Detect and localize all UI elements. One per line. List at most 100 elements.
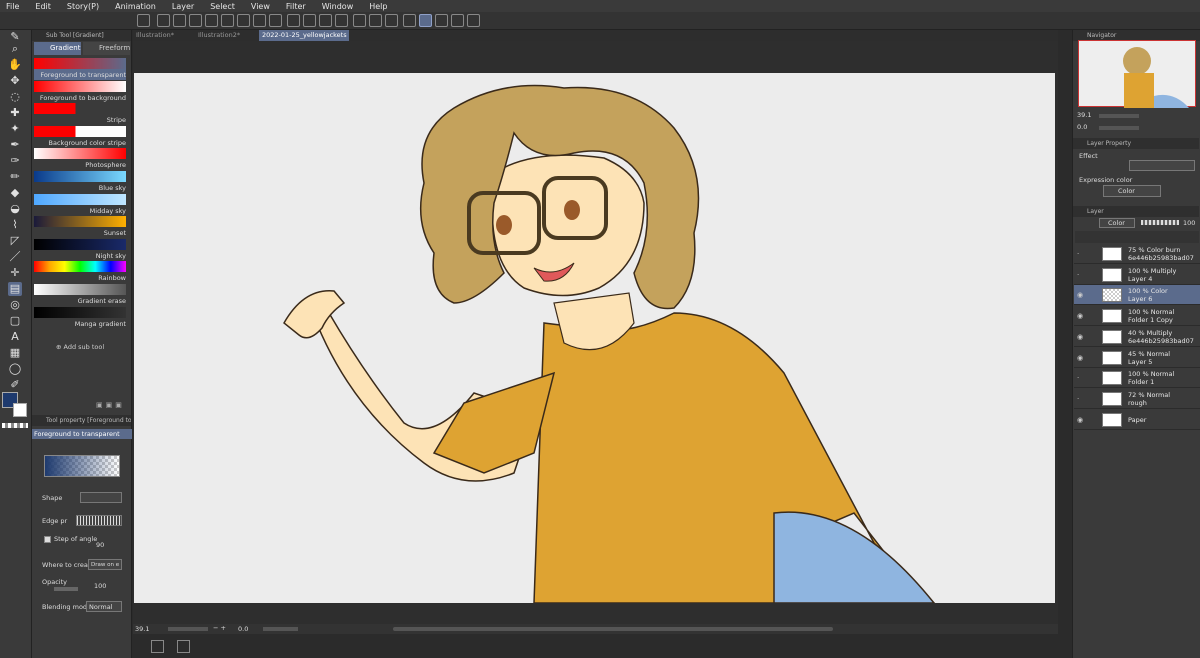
transform-icon[interactable]	[319, 14, 332, 27]
layer-visibility-icon[interactable]: ·	[1077, 250, 1079, 258]
blend-select[interactable]: Normal	[86, 601, 122, 612]
gradient-item[interactable]: Background color stripe	[34, 125, 126, 148]
text-icon[interactable]: A	[8, 330, 22, 344]
move-icon[interactable]: ✥	[8, 74, 22, 88]
undo-icon[interactable]	[253, 14, 266, 27]
cut-icon[interactable]	[237, 14, 250, 27]
deselect-icon[interactable]	[287, 14, 300, 27]
rectangle-icon[interactable]: ▢	[8, 314, 22, 328]
zoom-icon[interactable]: ⌕	[8, 42, 22, 56]
expression-color-select[interactable]: Color	[1103, 185, 1161, 197]
gradient-tool-icon[interactable]: ▤	[8, 282, 22, 296]
layer-row[interactable]: · 72 % Normal rough	[1074, 389, 1200, 409]
step-checkbox[interactable]	[44, 536, 51, 543]
balloon-icon[interactable]: ◯	[8, 362, 22, 376]
gradient-item[interactable]: Night sky	[34, 238, 126, 261]
layer-row[interactable]: ◉ 40 % Multiply 6e446b25983bad07	[1074, 327, 1200, 347]
layer-visibility-icon[interactable]: ·	[1077, 271, 1079, 279]
navigator-angle-slider[interactable]	[1099, 126, 1139, 130]
vertical-scrollbar[interactable]	[1058, 41, 1066, 634]
layer-row[interactable]: · 100 % Multiply Layer 4	[1074, 265, 1200, 285]
blend-icon[interactable]: ◒	[8, 202, 22, 216]
navigator-preview[interactable]	[1078, 40, 1196, 108]
navigator-zoom[interactable]: 39.1	[1077, 111, 1091, 119]
layer-visibility-icon[interactable]: ◉	[1077, 312, 1083, 320]
shape-selector[interactable]	[80, 492, 122, 503]
tab-freeform[interactable]: Freeform	[83, 42, 130, 55]
selection-icon[interactable]: ✚	[8, 106, 22, 120]
figure-icon[interactable]: ◸	[8, 234, 22, 248]
menu-window[interactable]: Window	[322, 2, 354, 11]
layer-visibility-icon[interactable]: ·	[1077, 374, 1079, 382]
line-icon[interactable]: ／	[8, 250, 22, 264]
angle-slider[interactable]	[263, 627, 298, 631]
pen-alt-icon[interactable]	[435, 14, 448, 27]
menu-story[interactable]: Story(P)	[67, 2, 99, 11]
gradient-preview[interactable]	[44, 455, 120, 477]
layer-visibility-icon[interactable]: ·	[1077, 395, 1079, 403]
clip-studio-icon[interactable]	[137, 14, 150, 27]
layer-row[interactable]: ◉ Paper	[1074, 410, 1200, 430]
layer-visibility-icon[interactable]: ◉	[1077, 291, 1083, 299]
sub-tool-footer-icons[interactable]: ▣▣▣	[96, 401, 130, 411]
layer-visibility-icon[interactable]: ◉	[1077, 333, 1083, 341]
layer-icon[interactable]	[451, 14, 464, 27]
where-select[interactable]: Draw on e	[88, 559, 122, 570]
new-file-icon[interactable]	[157, 14, 170, 27]
opacity-value[interactable]: 100	[94, 582, 106, 590]
crop-icon[interactable]	[335, 14, 348, 27]
edge-selector[interactable]	[76, 515, 122, 526]
canvas[interactable]	[134, 73, 1055, 603]
navigator-zoom-slider[interactable]	[1099, 114, 1139, 118]
sub-color-swatch[interactable]	[13, 403, 27, 417]
effect-buttons[interactable]	[1129, 160, 1195, 171]
redo-icon[interactable]	[269, 14, 282, 27]
correct-line-icon[interactable]: ✐	[8, 378, 22, 392]
export-icon[interactable]	[221, 14, 234, 27]
pen-nib-icon[interactable]: ✑	[8, 154, 22, 168]
layer-row[interactable]: ◉ 100 % Color Layer 6	[1074, 285, 1200, 306]
angle-value[interactable]: 0.0	[238, 625, 248, 633]
open-file-icon[interactable]	[173, 14, 186, 27]
gradient-item[interactable]: Stripe	[34, 103, 126, 125]
layer-blend-select[interactable]: Color	[1099, 218, 1135, 228]
zoom-value[interactable]: 39.1	[135, 625, 149, 633]
layer-visibility-icon[interactable]: ◉	[1077, 354, 1083, 362]
gradient-item[interactable]: Rainbow	[34, 261, 126, 283]
gradient-item[interactable]: Foreground to background	[34, 80, 126, 103]
eraser-icon[interactable]: ◆	[8, 186, 22, 200]
actual-size-icon[interactable]	[177, 640, 190, 653]
tab-illustration[interactable]: Illustration*	[133, 30, 193, 41]
lasso-icon[interactable]: ◌	[8, 90, 22, 104]
layer-row[interactable]: ◉ 100 % Normal Folder 1 Copy	[1074, 306, 1200, 327]
gradient-item[interactable]: Gradient erase	[34, 284, 126, 306]
figure-circle-icon[interactable]: ◎	[8, 298, 22, 312]
tab-gradient[interactable]: Gradient	[34, 42, 81, 55]
fill-icon[interactable]	[303, 14, 316, 27]
pen-icon[interactable]	[403, 14, 416, 27]
zoom-buttons[interactable]: − +	[213, 624, 226, 632]
step-value[interactable]: 90	[96, 541, 104, 549]
pen-active-icon[interactable]	[419, 14, 432, 27]
fill-tool-icon[interactable]: ✛	[8, 266, 22, 280]
layer-row[interactable]: · 100 % Normal Folder 1	[1074, 368, 1200, 389]
transparent-color-swatch[interactable]	[2, 423, 28, 428]
eyedropper-icon[interactable]: ✒	[8, 138, 22, 152]
horizontal-scrollbar[interactable]	[393, 627, 833, 631]
layer-opacity-slider[interactable]	[1141, 220, 1179, 225]
gradient-item[interactable]: Blue sky	[34, 171, 126, 193]
add-sub-tool-button[interactable]: ⊕ Add sub tool	[56, 343, 104, 351]
menu-file[interactable]: File	[6, 2, 19, 11]
gradient-item[interactable]: Photosphere	[34, 148, 126, 170]
gradient-item[interactable]: Midday sky	[34, 193, 126, 216]
pencil-icon[interactable]: ✏	[8, 170, 22, 184]
eyedropper-2-icon[interactable]: ⌇	[8, 218, 22, 232]
menu-layer[interactable]: Layer	[172, 2, 194, 11]
menu-filter[interactable]: Filter	[286, 2, 306, 11]
menu-animation[interactable]: Animation	[115, 2, 156, 11]
save-as-icon[interactable]	[205, 14, 218, 27]
menu-view[interactable]: View	[251, 2, 270, 11]
gradient-item[interactable]: Foreground to transparent	[34, 58, 126, 80]
navigator-angle[interactable]: 0.0	[1077, 123, 1087, 131]
tab-yellowjackets[interactable]: 2022-01-25_yellowjackets	[259, 30, 349, 41]
